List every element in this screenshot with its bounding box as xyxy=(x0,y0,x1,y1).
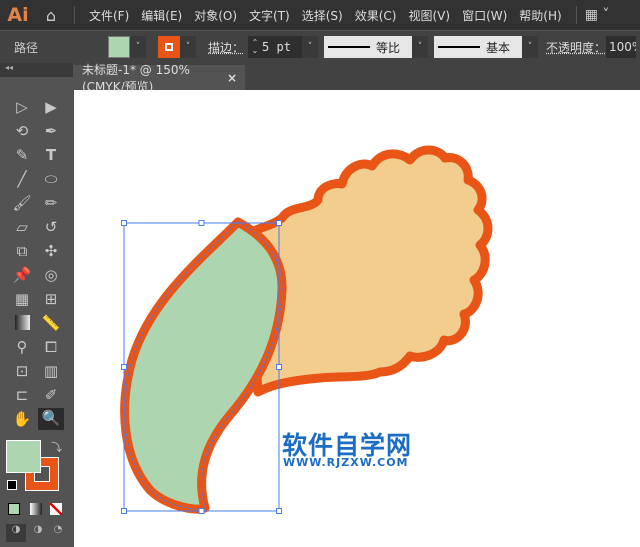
ellipse-tool-icon[interactable]: ⬭ xyxy=(40,169,62,189)
draw-inside-icon[interactable]: ◔ xyxy=(48,524,68,542)
control-panel: 路径 ˅ ˅ 描边： ⌃ ⌄ 5 pt ˅ 等比 ˅ 基本 ˅ 不透明度： 100… xyxy=(0,31,640,63)
opacity-label[interactable]: 不透明度： xyxy=(546,39,606,56)
app-logo: Ai xyxy=(7,4,29,26)
stroke-swatch[interactable] xyxy=(158,36,180,58)
brush-dropdown[interactable]: ˅ xyxy=(522,36,539,58)
resize-handle[interactable] xyxy=(121,220,127,226)
leaf-shape[interactable] xyxy=(120,217,287,514)
swap-colors-icon[interactable]: ⤵ xyxy=(51,439,62,455)
fill-dropdown[interactable]: ˅ xyxy=(130,36,146,58)
menu-effect[interactable]: 效果(C) xyxy=(349,7,403,24)
menu-window[interactable]: 窗口(W) xyxy=(456,7,513,24)
resize-handle[interactable] xyxy=(121,508,127,514)
resize-handle[interactable] xyxy=(121,364,127,370)
draw-normal-icon[interactable]: ◑ xyxy=(6,524,26,542)
resize-handle[interactable] xyxy=(276,508,282,514)
default-colors-icon[interactable] xyxy=(7,480,17,490)
pen-tool-icon[interactable]: ✒ xyxy=(40,121,62,141)
gradient-tool-icon[interactable] xyxy=(11,313,33,333)
brush-definition[interactable]: 基本 xyxy=(434,36,523,58)
menu-file[interactable]: 文件(F) xyxy=(83,7,135,24)
menu-object[interactable]: 对象(O) xyxy=(188,7,243,24)
divider xyxy=(74,6,75,24)
perspective-grid-tool-icon[interactable]: ▦ xyxy=(11,289,33,309)
toolbar-collapse-icon[interactable]: ◂◂ xyxy=(0,63,73,77)
eraser-tool-icon[interactable]: ▱ xyxy=(11,217,33,237)
resize-handle[interactable] xyxy=(198,220,205,226)
scale-tool-icon[interactable]: ⧉ xyxy=(11,241,33,261)
zoom-tool-icon[interactable]: 🔍 xyxy=(38,408,64,430)
selection-tool-icon[interactable]: ▷ xyxy=(11,97,33,117)
curvature-tool-icon[interactable]: ✎ xyxy=(11,145,33,165)
rotate-tool-icon[interactable]: ↺ xyxy=(40,217,62,237)
workspace-switcher-icon[interactable]: ▦ ˅ xyxy=(585,7,610,23)
lasso-tool-icon[interactable]: ⟲ xyxy=(11,121,33,141)
fill-swatch[interactable] xyxy=(108,36,130,58)
puppet-warp-tool-icon[interactable]: ✣ xyxy=(40,241,62,261)
brush-label: 基本 xyxy=(486,40,511,55)
stroke-dropdown[interactable]: ˅ xyxy=(180,36,196,58)
menu-type[interactable]: 文字(T) xyxy=(243,7,296,24)
profile-label: 等比 xyxy=(376,40,401,55)
watermark-url: WWW.RJZXW.COM xyxy=(283,456,409,469)
mesh-tool-icon[interactable]: ⊞ xyxy=(40,289,62,309)
none-mode-icon[interactable] xyxy=(50,503,62,515)
tools-panel: ▷ ▶ ⟲ ✒ ✎ T ╱ ⬭ 🖌 ✏ ▱ ↺ ⧉ ✣ 📌 ◎ ▦ ⊞ 📏 ⚲ … xyxy=(0,77,73,547)
direct-selection-tool-icon[interactable]: ▶ xyxy=(40,97,62,117)
menu-bar: Ai ⌂ 文件(F) 编辑(E) 对象(O) 文字(T) 选择(S) 效果(C)… xyxy=(0,0,640,30)
pin-tool-icon[interactable]: 📌 xyxy=(11,265,33,285)
resize-handle[interactable] xyxy=(198,508,205,514)
artboard-tool-icon[interactable]: ⊏ xyxy=(11,385,33,405)
document-tab-bar: 未标题-1* @ 150% (CMYK/预览) × xyxy=(74,63,640,94)
draw-behind-icon[interactable]: ◑ xyxy=(28,524,48,542)
document-tab[interactable]: 未标题-1* @ 150% (CMYK/预览) × xyxy=(74,63,245,94)
artboard-canvas[interactable]: 软件自学网 WWW.RJZXW.COM xyxy=(74,90,640,547)
menu-help[interactable]: 帮助(H) xyxy=(513,7,567,24)
object-type-label: 路径 xyxy=(14,40,39,55)
line-tool-icon[interactable]: ╱ xyxy=(11,169,33,189)
fill-color-box[interactable] xyxy=(6,440,41,473)
stroke-weight-field[interactable]: ⌃ ⌄ 5 pt ˅ xyxy=(248,36,319,58)
resize-handle[interactable] xyxy=(276,364,282,370)
symbol-sprayer-tool-icon[interactable]: ⊡ xyxy=(11,361,33,381)
resize-handle[interactable] xyxy=(276,220,282,226)
blend-tool-icon[interactable]: ⧠ xyxy=(40,337,62,357)
stroke-weight-dropdown[interactable]: ˅ xyxy=(302,36,319,58)
menu-view[interactable]: 视图(V) xyxy=(402,7,456,24)
menu-edit[interactable]: 编辑(E) xyxy=(135,7,188,24)
color-mode-icon[interactable] xyxy=(8,503,20,515)
divider xyxy=(575,6,577,24)
stepper-icon[interactable]: ⌃ ⌄ xyxy=(248,39,262,55)
slice-tool-icon[interactable]: ✐ xyxy=(40,385,62,405)
profile-dropdown[interactable]: ˅ xyxy=(412,36,429,58)
variable-width-profile[interactable]: 等比 xyxy=(324,36,413,58)
gradient-mode-icon[interactable] xyxy=(30,503,42,515)
graph-tool-icon[interactable]: ▥ xyxy=(40,361,62,381)
home-icon[interactable]: ⌂ xyxy=(36,6,66,25)
stroke-label[interactable]: 描边： xyxy=(208,39,244,56)
hand-tool-icon[interactable]: ✋ xyxy=(11,409,33,429)
menu-select[interactable]: 选择(S) xyxy=(296,7,349,24)
stroke-weight-value[interactable]: 5 pt xyxy=(262,40,302,54)
close-tab-icon[interactable]: × xyxy=(227,71,237,85)
opacity-field[interactable]: 100% xyxy=(606,36,637,58)
measure-tool-icon[interactable]: 📏 xyxy=(40,313,62,333)
type-tool-icon[interactable]: T xyxy=(40,145,62,165)
shape-builder-tool-icon[interactable]: ◎ xyxy=(40,265,62,285)
paintbrush-tool-icon[interactable]: 🖌 xyxy=(11,193,33,213)
pencil-tool-icon[interactable]: ✏ xyxy=(40,193,62,213)
artwork[interactable] xyxy=(74,90,640,547)
eyedropper-tool-icon[interactable]: ⚲ xyxy=(11,337,33,357)
